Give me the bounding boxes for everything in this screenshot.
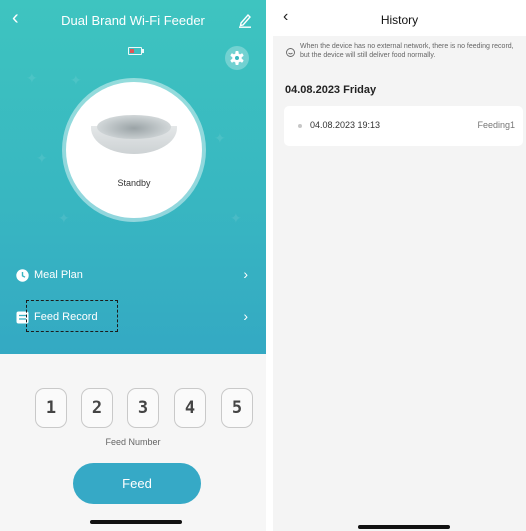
feed-number-selector: 1 2 3 4 5 — [0, 388, 266, 428]
feed-number-option[interactable]: 3 — [127, 388, 159, 428]
info-notice: When the device has no external network,… — [300, 43, 514, 59]
record-time: 04.08.2023 19:13 — [310, 120, 381, 130]
battery-icon — [128, 47, 144, 55]
edit-icon[interactable] — [238, 12, 252, 28]
list-item[interactable]: 04.08.2023 19:13 Feeding1 — [284, 106, 523, 146]
record-dot-icon — [298, 124, 302, 128]
meal-plan-label: Meal Plan — [34, 269, 83, 281]
feeder-screen: ✦ ✦ ✦ ✦ ✦ ✦ ‹ Dual Brand Wi-Fi Feeder St… — [0, 0, 266, 531]
paw-pattern-icon: ✦ — [230, 210, 242, 226]
date-header: 04.08.2023 Friday — [285, 84, 377, 96]
feed-number-option[interactable]: 1 — [35, 388, 67, 428]
feed-number-option[interactable]: 2 — [81, 388, 113, 428]
info-icon — [286, 48, 295, 57]
device-display: Standby — [66, 82, 202, 218]
feed-button[interactable]: Feed — [73, 463, 201, 504]
clock-icon — [16, 269, 29, 282]
chevron-right-icon: › — [243, 266, 248, 282]
settings-button[interactable] — [225, 46, 249, 70]
nav-bar: ‹ History — [273, 0, 526, 36]
paw-pattern-icon: ✦ — [214, 130, 226, 146]
feeder-bowl-top — [97, 115, 171, 139]
feed-number-option[interactable]: 4 — [174, 388, 206, 428]
history-screen: ‹ History When the device has no externa… — [273, 0, 526, 531]
screen-divider — [266, 0, 273, 531]
page-title: History — [380, 13, 419, 27]
feed-number-option[interactable]: 5 — [221, 388, 253, 428]
paw-pattern-icon: ✦ — [58, 210, 70, 226]
gear-icon — [230, 51, 244, 65]
nav-bar: ‹ Dual Brand Wi-Fi Feeder — [0, 0, 266, 40]
chevron-right-icon: › — [243, 308, 248, 324]
feed-number-label: Feed Number — [105, 437, 161, 447]
paw-pattern-icon: ✦ — [70, 72, 82, 88]
device-status: Standby — [117, 178, 151, 188]
paw-pattern-icon: ✦ — [36, 150, 48, 166]
record-label: Feeding1 — [477, 120, 515, 130]
highlight-box — [26, 300, 118, 332]
feeder-header-area: ✦ ✦ ✦ ✦ ✦ ✦ ‹ Dual Brand Wi-Fi Feeder St… — [0, 0, 266, 354]
home-indicator[interactable] — [90, 520, 182, 524]
home-indicator[interactable] — [358, 525, 450, 529]
page-title: Dual Brand Wi-Fi Feeder — [61, 13, 205, 28]
meal-plan-row[interactable]: Meal Plan › — [16, 266, 252, 286]
paw-pattern-icon: ✦ — [26, 70, 38, 86]
